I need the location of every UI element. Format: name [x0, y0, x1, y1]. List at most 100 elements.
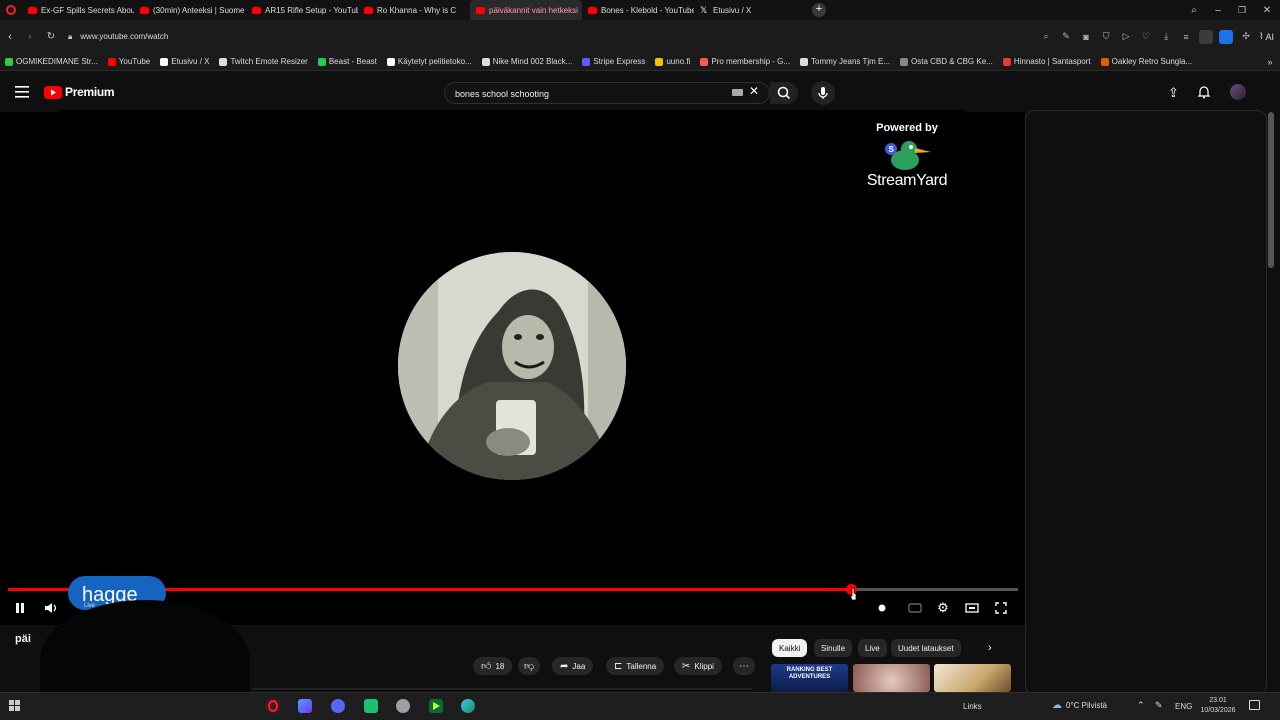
- chips-next-arrow-icon[interactable]: ›: [988, 642, 992, 654]
- tray-chevron-icon[interactable]: ⌃: [1137, 700, 1145, 711]
- edge-taskbar-icon[interactable]: [461, 699, 475, 713]
- bookmark-label: Stripe Express: [593, 57, 646, 66]
- snapshot-icon[interactable]: ◙: [1079, 32, 1093, 42]
- bookmark-item[interactable]: Käytetyt pelitietoko...: [382, 57, 477, 66]
- upload-icon[interactable]: ⇪: [1168, 85, 1179, 101]
- description-divider: [252, 688, 752, 690]
- search-icon: [777, 86, 791, 100]
- close-window-button[interactable]: ✕: [1254, 5, 1280, 16]
- keyboard-icon[interactable]: [732, 89, 743, 96]
- streamyard-watermark: Powered by S StreamYard: [852, 122, 962, 190]
- tab-5[interactable]: Bones - Klebold - YouTube: [582, 0, 694, 20]
- clear-search-icon[interactable]: ✕: [749, 84, 759, 98]
- app-taskbar-icon[interactable]: [298, 699, 312, 713]
- links-toolbar[interactable]: Links: [963, 702, 982, 711]
- search-button[interactable]: [770, 82, 798, 104]
- profile-icon[interactable]: [1199, 29, 1214, 44]
- discord-taskbar-icon[interactable]: [331, 699, 345, 713]
- app-green-taskbar-icon[interactable]: [364, 699, 378, 713]
- puzzle-icon[interactable]: ✣: [1239, 31, 1253, 42]
- bookmark-favicon-icon: [317, 57, 326, 66]
- reload-button[interactable]: ↻: [40, 31, 62, 42]
- more-bookmarks-icon[interactable]: »: [1260, 57, 1280, 67]
- settings-gear-icon[interactable]: ⚙: [935, 600, 951, 616]
- aria-ai-button[interactable]: ⌇ AI: [1259, 31, 1274, 42]
- start-menu-icon[interactable]: [9, 700, 21, 712]
- clock[interactable]: 23.01 10/03/2026: [1198, 696, 1238, 716]
- voice-search-button[interactable]: [811, 81, 835, 105]
- fullscreen-button[interactable]: [993, 600, 1009, 616]
- hamburger-menu-icon[interactable]: [15, 86, 29, 98]
- more-dots-icon: ⋯: [739, 660, 749, 672]
- recommended-thumbnail[interactable]: RANKING BEST ADVENTURES: [771, 664, 848, 692]
- notification-center-icon[interactable]: [1249, 700, 1260, 710]
- bookmark-item[interactable]: Etusivu / X: [155, 57, 214, 66]
- heart-icon[interactable]: ♡: [1139, 31, 1153, 42]
- share-button[interactable]: ➦ Jaa: [552, 657, 594, 675]
- edit-icon[interactable]: ✎: [1059, 31, 1073, 42]
- app-play-taskbar-icon[interactable]: [429, 699, 443, 713]
- subtitles-button[interactable]: [907, 600, 923, 616]
- like-button[interactable]: 👍︎ 18: [473, 657, 513, 675]
- bookmark-item[interactable]: OGMIKEDIMANE Str...: [0, 57, 103, 66]
- clip-button[interactable]: ✂ Klippi: [674, 657, 722, 675]
- thumbs-down-icon: 👎︎: [524, 661, 535, 672]
- scrollbar-thumb[interactable]: [1268, 112, 1274, 268]
- chip-all[interactable]: Kaikki: [772, 639, 808, 657]
- notifications-bell-icon[interactable]: [1197, 85, 1211, 99]
- browser-logo-icon[interactable]: [0, 0, 22, 20]
- bookmark-item[interactable]: YouTube: [103, 57, 155, 66]
- bookmark-item[interactable]: Tommy Jeans Tjm E...: [795, 57, 895, 66]
- tab-2[interactable]: AR15 Rifle Setup - YouTub: [246, 0, 358, 20]
- tab-1[interactable]: (30min) Anteeksi | Suome: [134, 0, 246, 20]
- bookmark-item[interactable]: Hinnasto | Santasport: [998, 57, 1096, 66]
- pen-icon[interactable]: ✎: [1155, 700, 1163, 711]
- bookmark-item[interactable]: Stripe Express: [577, 57, 650, 66]
- back-button[interactable]: ‹: [0, 31, 20, 43]
- opera-taskbar-icon[interactable]: [266, 699, 280, 713]
- tab-6[interactable]: 𝕏 Etusivu / X: [694, 0, 806, 20]
- volume-button[interactable]: [43, 600, 59, 616]
- chip-live[interactable]: Live: [858, 639, 887, 657]
- address-bar[interactable]: 🔒︎ www.youtube.com/watch: [62, 27, 1039, 47]
- recommended-thumbnail[interactable]: [934, 664, 1011, 692]
- save-button[interactable]: ⊏ Tallenna: [606, 657, 665, 675]
- tab-4-active[interactable]: päiväkannit vain hetkeksi: [470, 0, 582, 20]
- player-icon[interactable]: ▷: [1119, 31, 1133, 42]
- search-tabs-icon[interactable]: ⌕: [1182, 5, 1206, 16]
- bookmark-item[interactable]: Oakley Retro Sungla...: [1096, 57, 1197, 66]
- page-search-icon[interactable]: ⌕: [1039, 31, 1053, 42]
- forward-button[interactable]: ›: [20, 31, 40, 43]
- recommended-thumbnail[interactable]: [853, 664, 930, 692]
- minimize-button[interactable]: –: [1206, 5, 1230, 16]
- bookmark-item[interactable]: uuno.fi: [650, 57, 695, 66]
- bookmark-item[interactable]: Twitch Emote Resizer: [214, 57, 312, 66]
- live-dot-icon[interactable]: [874, 600, 890, 616]
- bookmark-item[interactable]: Pro membership - G...: [695, 57, 795, 66]
- youtube-favicon-icon: [140, 6, 149, 14]
- menu-icon[interactable]: ≡: [1179, 32, 1193, 42]
- dislike-button[interactable]: 👎︎: [518, 657, 541, 675]
- language-indicator[interactable]: ENG: [1175, 702, 1192, 711]
- tab-3[interactable]: Ro Khanna - Why is C: [358, 0, 470, 20]
- more-actions-button[interactable]: ⋯: [733, 657, 755, 675]
- extension-icon[interactable]: [1219, 29, 1234, 44]
- bookmark-item[interactable]: Nike Mind 002 Black...: [477, 57, 578, 66]
- weather-widget[interactable]: ☁ 0°C Pilvistä: [1052, 700, 1107, 711]
- search-input[interactable]: bones school schooting: [444, 82, 770, 104]
- app-grey-taskbar-icon[interactable]: [396, 699, 410, 713]
- chip-for-you[interactable]: Sinulle: [814, 639, 853, 657]
- chip-new-uploads[interactable]: Uudet lataukset: [891, 639, 961, 657]
- youtube-premium-logo[interactable]: Premium: [44, 85, 115, 99]
- theater-mode-button[interactable]: [964, 600, 980, 616]
- bookmark-label: Twitch Emote Resizer: [230, 57, 308, 66]
- tab-0[interactable]: Ex-GF Spills Secrets About: [22, 0, 134, 20]
- pause-button[interactable]: [12, 600, 28, 616]
- new-tab-button[interactable]: +: [812, 3, 826, 17]
- shield-icon[interactable]: ⛉: [1099, 31, 1113, 42]
- bookmark-item[interactable]: Osta CBD & CBG Ke...: [895, 57, 998, 66]
- account-avatar[interactable]: [1230, 84, 1246, 100]
- download-icon[interactable]: ⤓: [1159, 31, 1173, 42]
- restore-button[interactable]: ❐: [1230, 5, 1254, 16]
- bookmark-item[interactable]: Beast - Beast: [313, 57, 382, 66]
